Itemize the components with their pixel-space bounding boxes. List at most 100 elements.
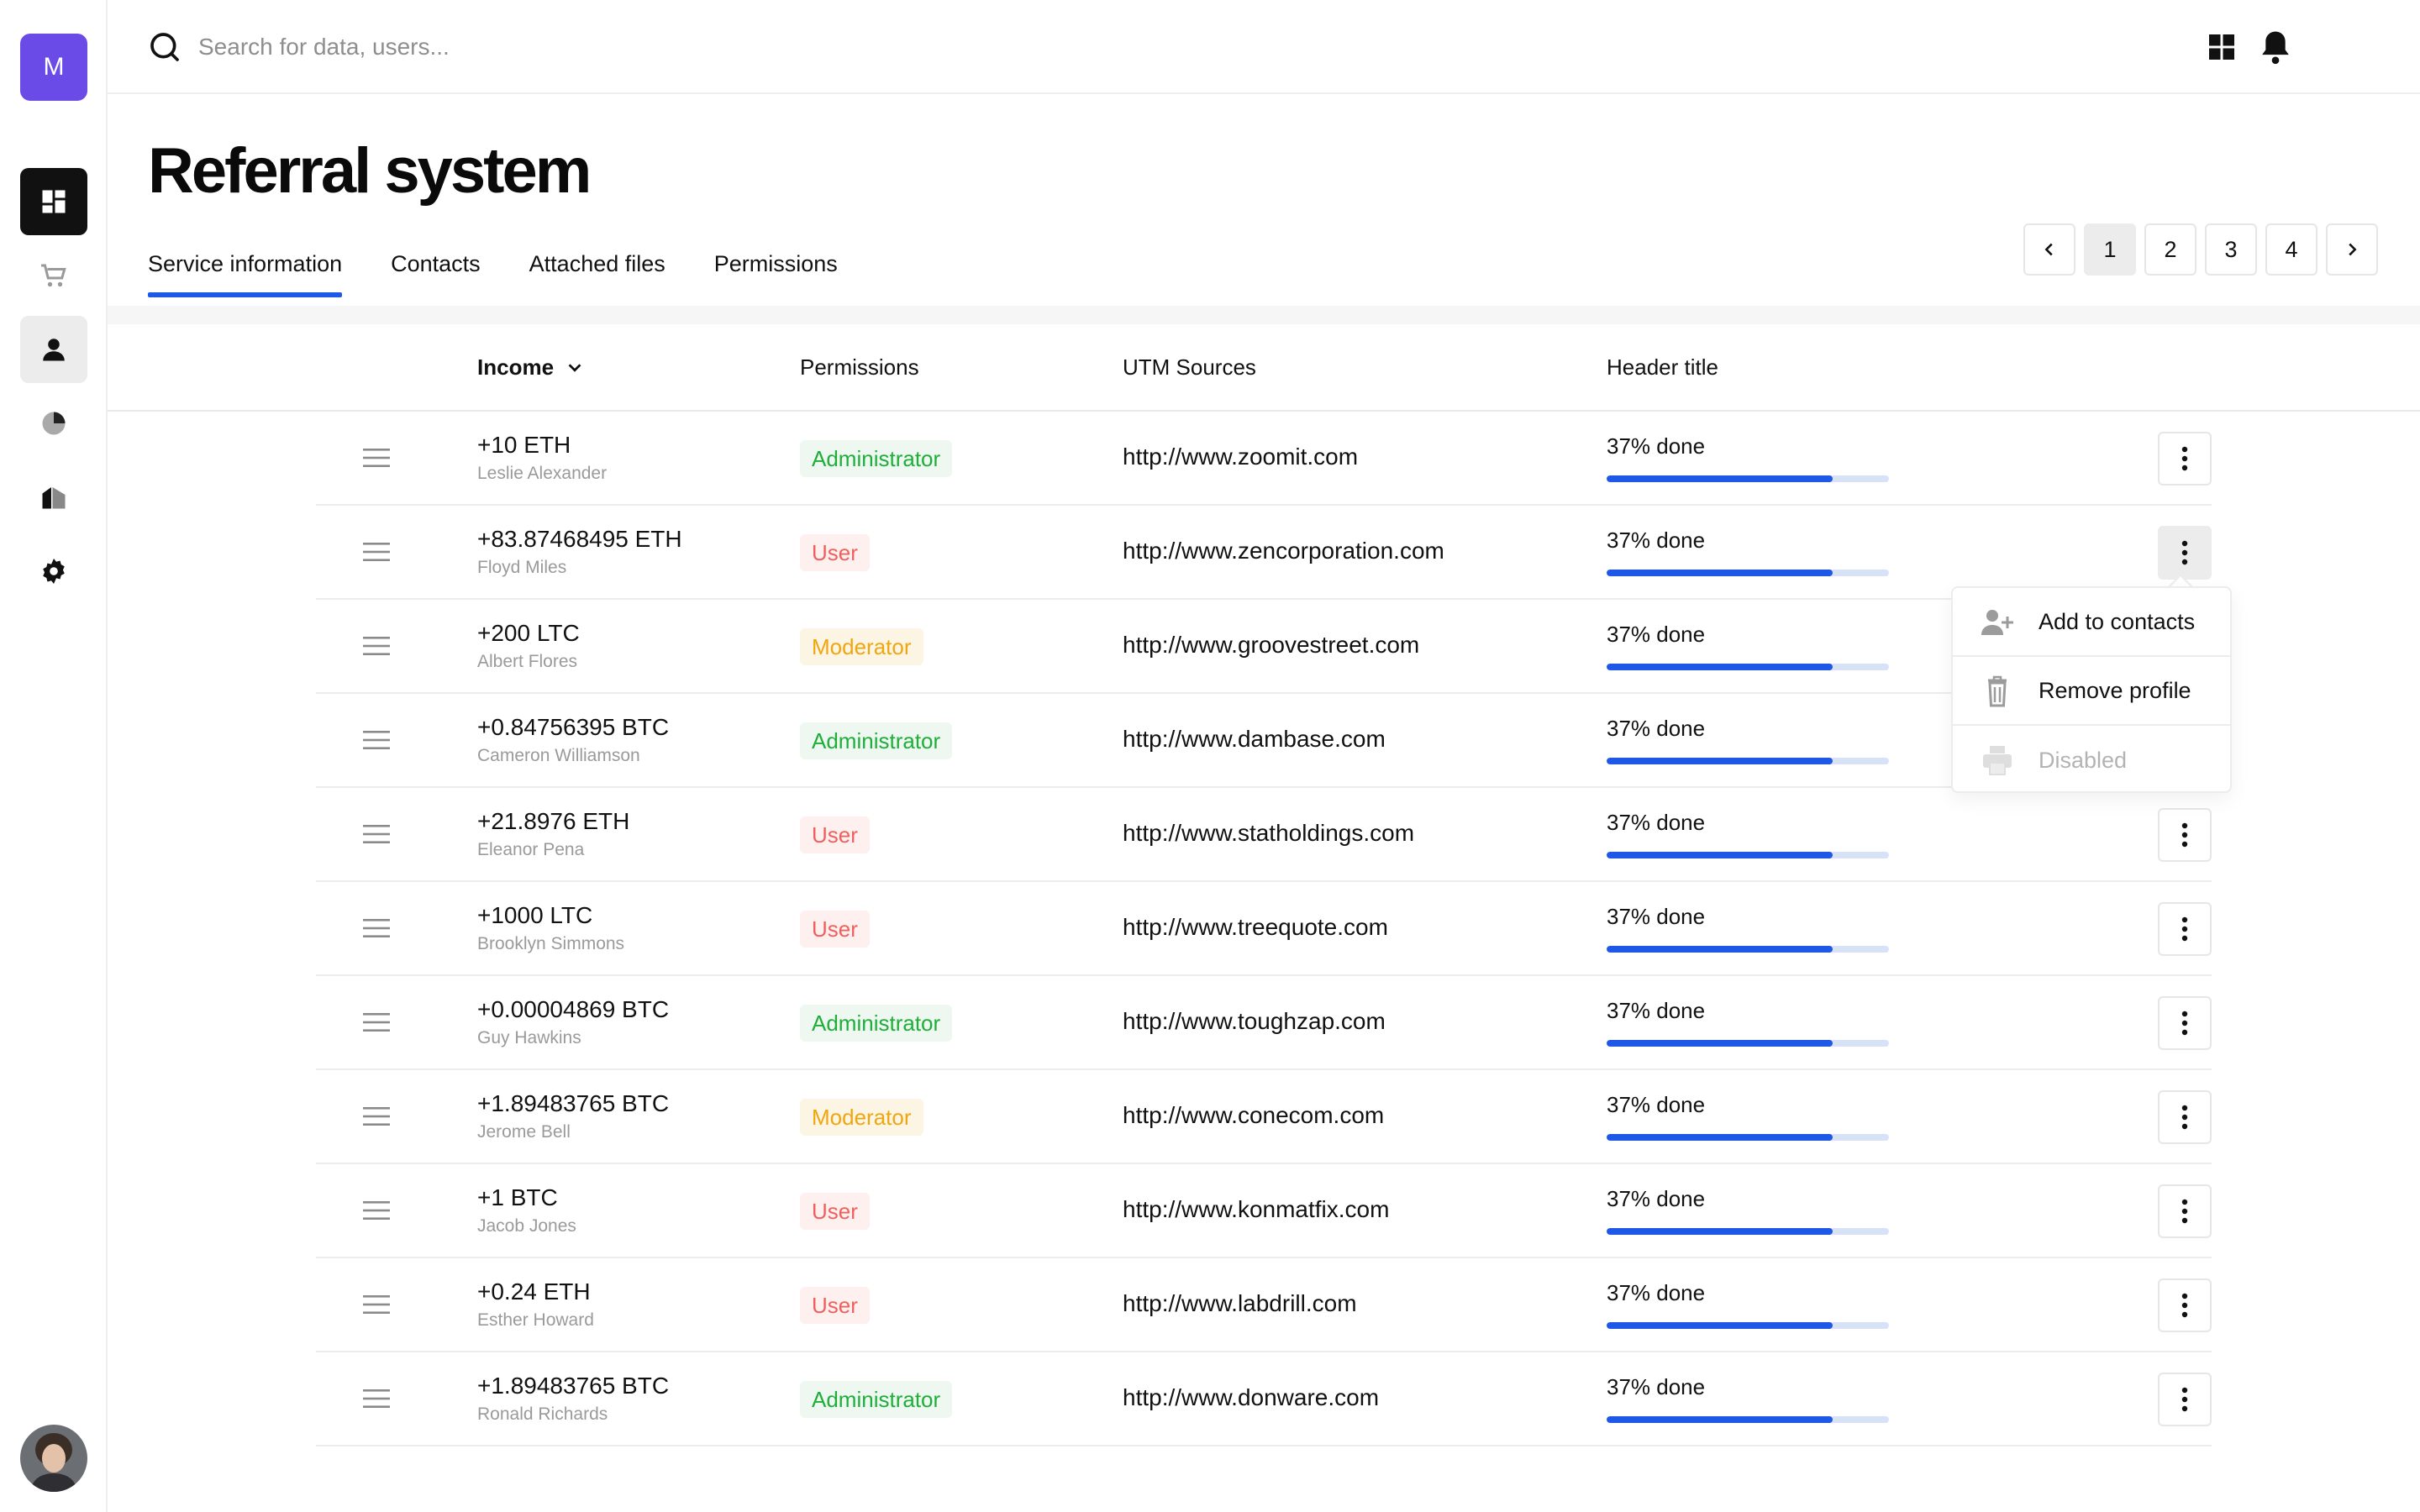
app-logo[interactable]: M (20, 34, 87, 101)
gear-icon (43, 559, 65, 584)
sidebar-item-dashboard[interactable] (20, 168, 87, 235)
table-row: +0.84756395 BTC Cameron Williamson Admin… (316, 694, 2212, 788)
user-name: Guy Hawkins (477, 1028, 581, 1047)
utm-source-link[interactable]: http://www.dambase.com (1123, 726, 1386, 753)
row-actions-button[interactable] (2158, 526, 2212, 580)
income-amount: +1000 LTC (477, 902, 593, 928)
drag-handle-icon[interactable] (363, 1105, 390, 1127)
prev-page-button[interactable] (2023, 223, 2075, 276)
user-name: Floyd Miles (477, 558, 567, 577)
drag-handle-icon[interactable] (363, 541, 390, 563)
building-icon (42, 487, 66, 509)
drag-handle-icon[interactable] (363, 447, 390, 469)
sidebar-item-cart[interactable] (20, 242, 87, 309)
page-button-1[interactable]: 1 (2084, 223, 2136, 276)
user-name: Jacob Jones (477, 1216, 576, 1236)
page-button-2[interactable]: 2 (2144, 223, 2196, 276)
tab-contacts[interactable]: Contacts (391, 245, 481, 304)
progress-fill (1607, 1228, 1833, 1235)
sidebar-item-analytics[interactable] (20, 390, 87, 457)
more-vertical-icon (2181, 1199, 2188, 1224)
tab-permissions[interactable]: Permissions (714, 245, 838, 304)
progress-label: 37% done (1607, 1280, 1706, 1305)
more-vertical-icon (2181, 540, 2188, 565)
column-header-income[interactable]: Income (477, 354, 584, 381)
search-icon (150, 33, 179, 61)
drag-handle-icon[interactable] (363, 729, 390, 751)
page-button-3[interactable]: 3 (2205, 223, 2257, 276)
drag-handle-icon[interactable] (363, 1200, 390, 1221)
tab-service-information[interactable]: Service information (148, 245, 343, 304)
menu-item-label: Disabled (2039, 747, 2128, 773)
table-row: +21.8976 ETH Eleanor Pena User http://ww… (316, 788, 2212, 882)
bell-icon[interactable] (2259, 29, 2292, 66)
row-actions-button[interactable] (2158, 902, 2212, 956)
utm-source-link[interactable]: http://www.statholdings.com (1123, 820, 1414, 847)
page-title: Referral system (148, 135, 592, 207)
utm-source-link[interactable]: http://www.zoomit.com (1123, 444, 1358, 470)
sidebar-item-buildings[interactable] (20, 464, 87, 531)
drag-handle-icon[interactable] (363, 1011, 390, 1033)
menu-item-remove-profile[interactable]: Remove profile (1953, 657, 2230, 726)
pagination: 1 2 3 4 (2023, 223, 2386, 276)
row-actions-button[interactable] (2158, 996, 2212, 1050)
next-page-button[interactable] (2326, 223, 2378, 276)
progress-label: 37% done (1607, 998, 1706, 1023)
search-input[interactable] (198, 24, 786, 71)
progress-fill (1607, 1040, 1833, 1047)
tab-attached-files[interactable]: Attached files (529, 245, 666, 304)
more-vertical-icon (2181, 822, 2188, 848)
progress-bar (1607, 946, 1889, 953)
drag-handle-icon[interactable] (363, 635, 390, 657)
drag-handle-icon[interactable] (363, 1388, 390, 1410)
permission-badge: Administrator (800, 722, 953, 759)
utm-source-link[interactable]: http://www.toughzap.com (1123, 1008, 1386, 1035)
income-amount: +0.24 ETH (477, 1278, 591, 1305)
income-amount: +1.89483765 BTC (477, 1090, 670, 1116)
table-row: +1 BTC Jacob Jones User http://www.konma… (316, 1164, 2212, 1258)
permission-badge: User (800, 911, 870, 948)
utm-source-link[interactable]: http://www.treequote.com (1123, 914, 1388, 941)
menu-item-add-to-contacts[interactable]: Add to contacts (1953, 588, 2230, 657)
progress-label: 37% done (1607, 528, 1706, 553)
row-actions-button[interactable] (2158, 1373, 2212, 1426)
row-actions-button[interactable] (2158, 1090, 2212, 1144)
row-actions-button[interactable] (2158, 808, 2212, 862)
progress-bar (1607, 1416, 1889, 1423)
context-menu: Add to contacts Remove profile Disabled (1951, 586, 2232, 793)
apps-grid-icon[interactable] (2207, 32, 2237, 62)
trash-icon (1988, 675, 2007, 707)
drag-handle-icon[interactable] (363, 823, 390, 845)
utm-source-link[interactable]: http://www.conecom.com (1123, 1102, 1384, 1129)
progress-fill (1607, 758, 1833, 764)
user-name: Esther Howard (477, 1310, 594, 1330)
sidebar-avatar[interactable] (20, 1425, 87, 1492)
income-amount: +10 ETH (477, 432, 571, 458)
row-actions-button[interactable] (2158, 1278, 2212, 1332)
drag-handle-icon[interactable] (363, 917, 390, 939)
sidebar-item-users[interactable] (20, 316, 87, 383)
progress-bar (1607, 1228, 1889, 1235)
cart-icon (41, 264, 66, 287)
utm-source-link[interactable]: http://www.donware.com (1123, 1384, 1379, 1411)
printer-icon (1983, 746, 2012, 775)
income-amount: +1 BTC (477, 1184, 558, 1210)
chevron-down-icon (568, 363, 581, 372)
progress-fill (1607, 664, 1833, 670)
income-amount: +83.87468495 ETH (477, 526, 682, 552)
page-button-4[interactable]: 4 (2265, 223, 2317, 276)
sidebar-item-settings[interactable] (20, 538, 87, 605)
more-vertical-icon (2181, 916, 2188, 942)
utm-source-link[interactable]: http://www.groovestreet.com (1123, 632, 1419, 659)
progress-bar (1607, 1040, 1889, 1047)
progress-bar (1607, 1322, 1889, 1329)
drag-handle-icon[interactable] (363, 1294, 390, 1315)
menu-item-label: Add to contacts (2039, 608, 2196, 634)
permission-badge: Administrator (800, 440, 953, 477)
row-actions-button[interactable] (2158, 432, 2212, 486)
utm-source-link[interactable]: http://www.konmatfix.com (1123, 1196, 1389, 1223)
utm-source-link[interactable]: http://www.zencorporation.com (1123, 538, 1444, 564)
row-actions-button[interactable] (2158, 1184, 2212, 1238)
utm-source-link[interactable]: http://www.labdrill.com (1123, 1290, 1357, 1317)
user-plus-icon (1981, 610, 2013, 635)
